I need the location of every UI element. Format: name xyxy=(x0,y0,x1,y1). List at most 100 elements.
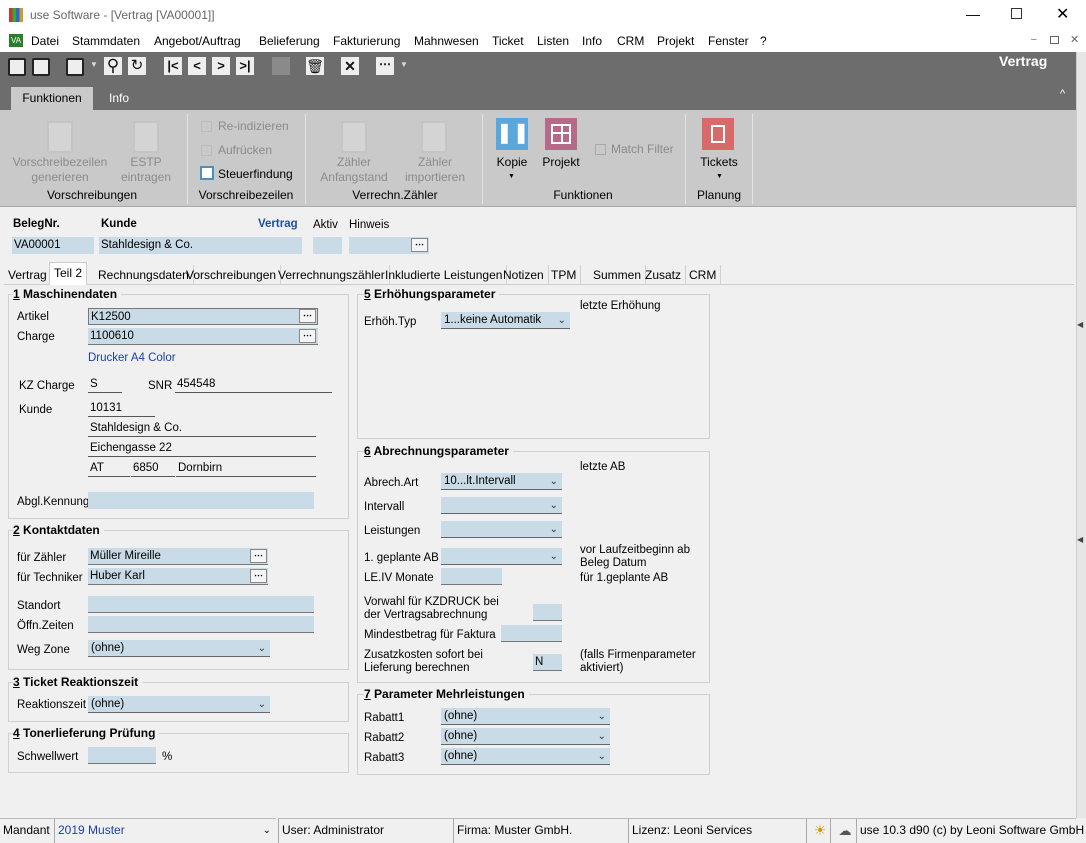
more-dropdown-icon[interactable]: ▼ xyxy=(400,60,408,69)
menu-fakturierung[interactable]: Fakturierung xyxy=(333,34,400,48)
save-icon[interactable] xyxy=(32,58,50,76)
tab-inkludierte-leistungen[interactable]: Inkludierte Leistungen xyxy=(381,265,508,285)
ribbon-tab-info[interactable]: Info xyxy=(109,91,129,105)
tickets-icon[interactable] xyxy=(702,118,734,150)
menu-angebot-auftrag[interactable]: Angebot/Auftrag xyxy=(154,34,241,48)
tab-tpm[interactable]: TPM xyxy=(547,265,582,285)
tab-verrechnungszaehler[interactable]: Verrechnungszähler xyxy=(274,265,390,285)
menu-crm[interactable]: CRM xyxy=(617,34,644,48)
kz-charge-field[interactable]: S xyxy=(88,377,122,393)
menu-info[interactable]: Info xyxy=(582,34,602,48)
minimize-icon[interactable]: — xyxy=(966,6,980,22)
mandant-select[interactable]: 2019 Muster ⌄ xyxy=(54,818,276,843)
charge-lookup-icon[interactable]: ⋯ xyxy=(299,329,316,343)
belegnr-field[interactable]: VA00001 xyxy=(12,237,94,254)
sun-icon[interactable]: ☀ xyxy=(806,818,830,843)
tab-vorschreibungen[interactable]: Vorschreibungen xyxy=(182,265,282,285)
intervall-select[interactable]: ⌄ xyxy=(441,497,562,514)
weg-zone-select[interactable]: (ohne) ⌄ xyxy=(88,640,270,657)
close-icon[interactable]: ✕ xyxy=(1056,4,1069,24)
rabatt2-select[interactable]: (ohne) ⌄ xyxy=(441,728,610,745)
le-iv-monate-field[interactable] xyxy=(441,568,502,585)
artikel-lookup-icon[interactable]: ⋯ xyxy=(299,309,316,323)
maximize-icon[interactable] xyxy=(1011,8,1022,19)
erhoeh-typ-select[interactable]: 1...keine Automatik ⌄ xyxy=(441,312,570,329)
edit-icon[interactable] xyxy=(8,58,26,76)
tab-summen[interactable]: Summen xyxy=(589,265,647,285)
delete-icon[interactable]: 🗑 xyxy=(306,57,324,75)
menu-belieferung[interactable]: Belieferung xyxy=(259,34,320,48)
tab-zusatz[interactable]: Zusatz xyxy=(641,265,687,285)
fuer-techniker-lookup-icon[interactable]: ⋯ xyxy=(250,569,267,583)
menu-mahnwesen[interactable]: Mahnwesen xyxy=(414,34,479,48)
scroll-arrow-icon[interactable]: ◀ xyxy=(1077,535,1083,544)
schwellwert-field[interactable] xyxy=(88,747,156,764)
menu-projekt[interactable]: Projekt xyxy=(657,34,694,48)
hinweis-lookup-icon[interactable]: ⋯ xyxy=(411,238,428,252)
reaktionszeit-select[interactable]: (ohne) ⌄ xyxy=(88,696,270,713)
menu-ticket[interactable]: Ticket xyxy=(492,34,524,48)
abrechnungsparameter-title: 6 Abrechnungsparameter xyxy=(364,444,513,458)
menu-datei[interactable]: Datei xyxy=(31,34,59,48)
artikel-field[interactable]: K12500 xyxy=(88,308,318,325)
menu-stammdaten[interactable]: Stammdaten xyxy=(72,34,140,48)
mindestbetrag-field[interactable] xyxy=(501,625,562,642)
chevron-down-icon: ⌄ xyxy=(257,643,266,654)
prev-record-icon[interactable]: < xyxy=(188,57,206,75)
kunde-nr-field[interactable]: 10131 xyxy=(88,401,155,417)
fuer-zaehler-lookup-icon[interactable]: ⋯ xyxy=(250,549,267,563)
ribbon-collapse-icon[interactable]: ^ xyxy=(1060,88,1065,100)
tab-teil2[interactable]: Teil 2 xyxy=(49,262,88,285)
steuerfindung-button[interactable]: Steuerfindung xyxy=(218,167,293,182)
more-icon[interactable]: ⋯ xyxy=(376,57,394,75)
vorwahl-kzdruck-field[interactable] xyxy=(533,604,562,621)
tab-vertrag[interactable]: Vertrag xyxy=(4,265,52,285)
standort-field[interactable] xyxy=(88,596,314,613)
mdi-close-icon[interactable]: ✕ xyxy=(1070,33,1079,46)
first-record-icon[interactable]: |< xyxy=(164,57,182,75)
search-icon[interactable]: ⚲ xyxy=(104,57,122,75)
projekt-button[interactable]: Projekt xyxy=(540,155,582,170)
mdi-minimize-icon[interactable]: – xyxy=(1031,34,1037,45)
abgl-kennung-field[interactable] xyxy=(88,492,314,509)
oeffnungszeiten-field[interactable] xyxy=(88,616,314,633)
charge-field[interactable]: 1100610 xyxy=(88,328,318,345)
snr-field[interactable]: 454548 xyxy=(175,377,332,393)
refresh-icon[interactable]: ↻ xyxy=(128,57,146,75)
projekt-icon[interactable] xyxy=(545,118,577,150)
leistungen-select[interactable]: ⌄ xyxy=(441,521,562,538)
aktiv-field[interactable] xyxy=(313,237,342,254)
print-dropdown-icon[interactable]: ▼ xyxy=(90,60,98,69)
kopie-dropdown-icon[interactable]: ▼ xyxy=(508,173,515,180)
menu-help[interactable]: ? xyxy=(760,34,767,48)
fuer-zaehler-field[interactable]: Müller Mireille xyxy=(88,548,268,565)
zusatzkosten-field[interactable]: N xyxy=(533,654,562,671)
kz-charge-label: KZ Charge xyxy=(19,380,75,392)
ribbon-tab-funktionen[interactable]: Funktionen xyxy=(11,87,93,110)
mdi-restore-icon[interactable] xyxy=(1050,36,1059,44)
kopie-button[interactable]: Kopie xyxy=(494,155,530,170)
menu-fenster[interactable]: Fenster xyxy=(708,34,749,48)
abrech-art-select[interactable]: 10...lt.Intervall ⌄ xyxy=(441,473,562,490)
kopie-icon[interactable]: ❚❚ xyxy=(496,118,530,150)
tab-rechnungsdaten[interactable]: Rechnungsdaten xyxy=(94,265,194,285)
section-number: 6 xyxy=(364,444,371,458)
vertical-scrollbar[interactable] xyxy=(1076,52,1086,818)
geplante-ab-select[interactable]: ⌄ xyxy=(441,548,562,565)
last-record-icon[interactable]: >| xyxy=(236,57,254,75)
network-icon[interactable]: ☁ xyxy=(830,818,856,843)
kunde-field[interactable]: Stahldesign & Co. xyxy=(99,237,302,254)
firmenparameter-line1: (falls Firmenparameter xyxy=(580,649,696,661)
cancel-icon[interactable]: ✕ xyxy=(341,57,359,75)
rabatt1-select[interactable]: (ohne) ⌄ xyxy=(441,708,610,725)
rabatt3-select[interactable]: (ohne) ⌄ xyxy=(441,748,610,765)
menu-listen[interactable]: Listen xyxy=(537,34,569,48)
next-record-icon[interactable]: > xyxy=(212,57,230,75)
tickets-dropdown-icon[interactable]: ▼ xyxy=(716,173,723,180)
fuer-techniker-field[interactable]: Huber Karl xyxy=(88,568,268,585)
tickets-button[interactable]: Tickets xyxy=(697,155,741,170)
print-icon[interactable] xyxy=(66,58,84,76)
scroll-arrow-icon[interactable]: ◀ xyxy=(1077,320,1083,329)
tab-notizen[interactable]: Notizen xyxy=(499,265,549,285)
tab-crm[interactable]: CRM xyxy=(685,265,722,285)
